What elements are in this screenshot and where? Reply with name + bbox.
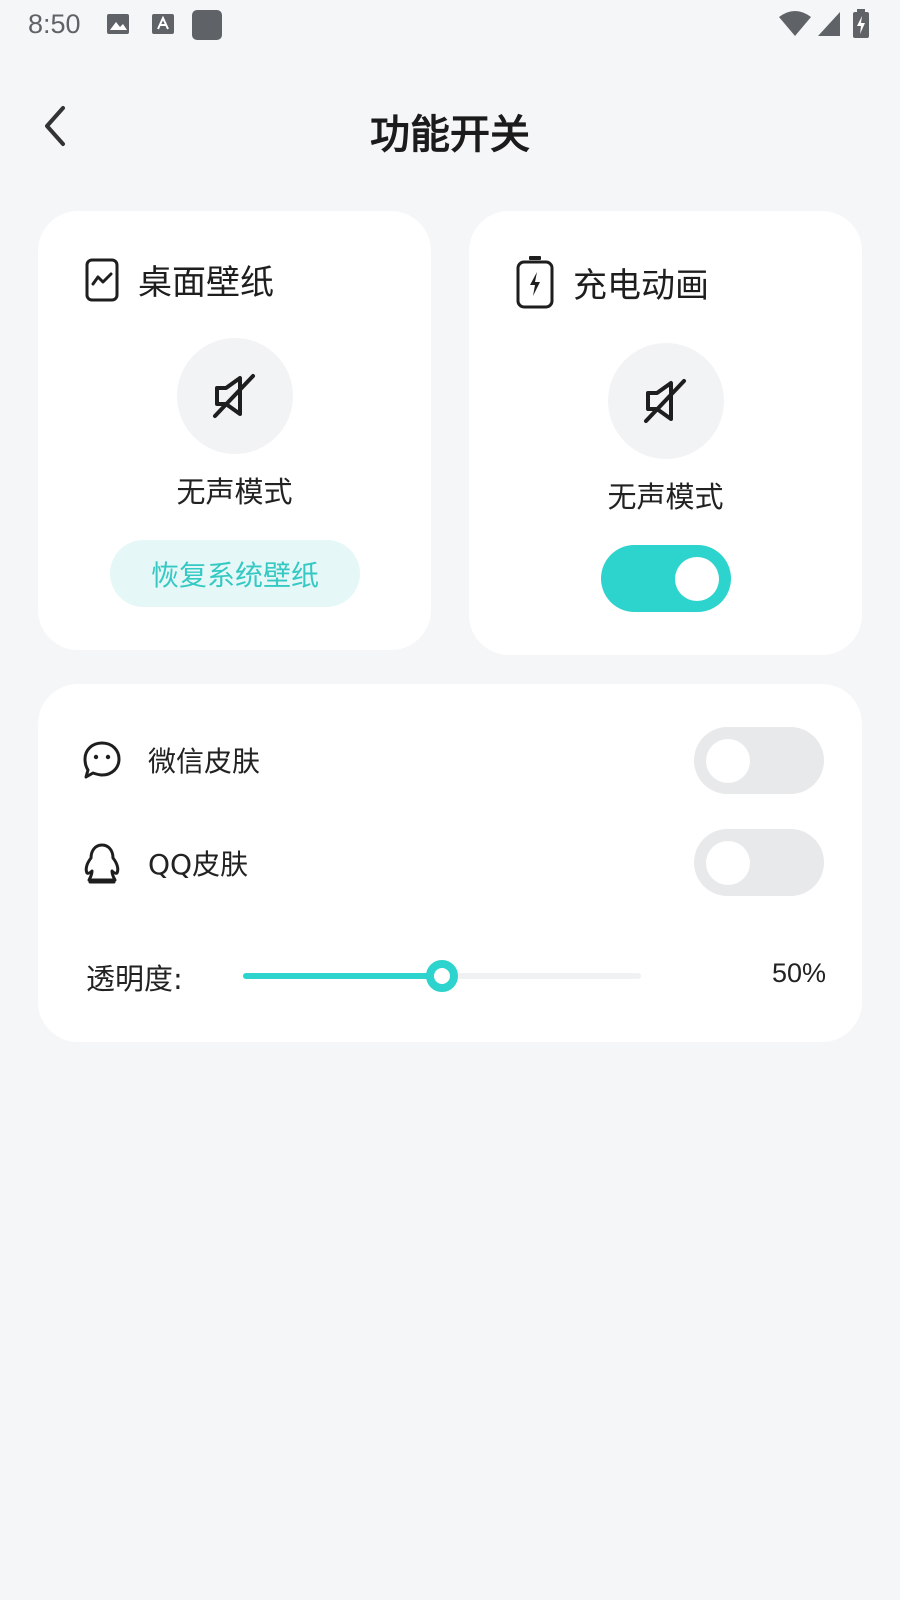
image-notification-icon [107, 14, 129, 34]
opacity-slider[interactable] [243, 960, 641, 992]
opacity-slider-fill [243, 973, 442, 979]
switch-knob [706, 739, 750, 783]
opacity-label: 透明度: [86, 962, 183, 996]
wallpaper-card-title: 桌面壁纸 [138, 263, 274, 303]
text-notification-icon [152, 14, 174, 34]
app-notification-icon [192, 10, 222, 40]
wechat-skin-row: 微信皮肤 [82, 740, 260, 780]
switch-knob [675, 557, 719, 601]
opacity-value: 50% [771, 958, 826, 988]
wifi-icon [779, 11, 811, 36]
battery-charging-icon [516, 256, 554, 309]
charging-mute-button[interactable] [608, 343, 724, 459]
cellular-signal-icon [818, 12, 840, 36]
charging-mode-label: 无声模式 [607, 480, 724, 514]
nav-header: 功能开关 [0, 80, 900, 176]
qq-skin-switch[interactable] [694, 829, 824, 896]
speaker-mute-icon [644, 379, 686, 423]
wallpaper-card: 桌面壁纸 无声模式 恢复系统壁纸 [38, 211, 431, 650]
restore-wallpaper-button[interactable]: 恢复系统壁纸 [110, 540, 360, 607]
qq-skin-label: QQ皮肤 [148, 848, 249, 881]
speaker-mute-icon [213, 374, 255, 418]
status-time: 8:50 [28, 9, 81, 39]
wechat-skin-label: 微信皮肤 [148, 745, 261, 778]
qq-skin-row: QQ皮肤 [82, 842, 248, 884]
wallpaper-card-header: 桌面壁纸 [84, 255, 274, 304]
battery-icon [853, 9, 869, 38]
phone-wallpaper-icon [85, 258, 119, 301]
opacity-slider-thumb[interactable] [426, 960, 458, 992]
wallpaper-mode-label: 无声模式 [176, 475, 293, 509]
page-title: 功能开关 [370, 112, 530, 158]
charging-animation-switch[interactable] [601, 545, 731, 612]
wallpaper-mute-button[interactable] [177, 338, 293, 454]
skins-card: 微信皮肤 QQ皮肤 透明度: 50% [38, 684, 862, 1042]
chat-bubble-icon [83, 741, 121, 779]
wechat-skin-switch[interactable] [694, 727, 824, 794]
charging-card-title: 充电动画 [573, 265, 709, 306]
switch-knob [706, 841, 750, 885]
status-bar: 8:50 [0, 0, 900, 48]
charging-animation-card: 充电动画 无声模式 [469, 211, 862, 655]
penguin-icon [84, 843, 120, 884]
charging-card-header: 充电动画 [515, 254, 709, 310]
